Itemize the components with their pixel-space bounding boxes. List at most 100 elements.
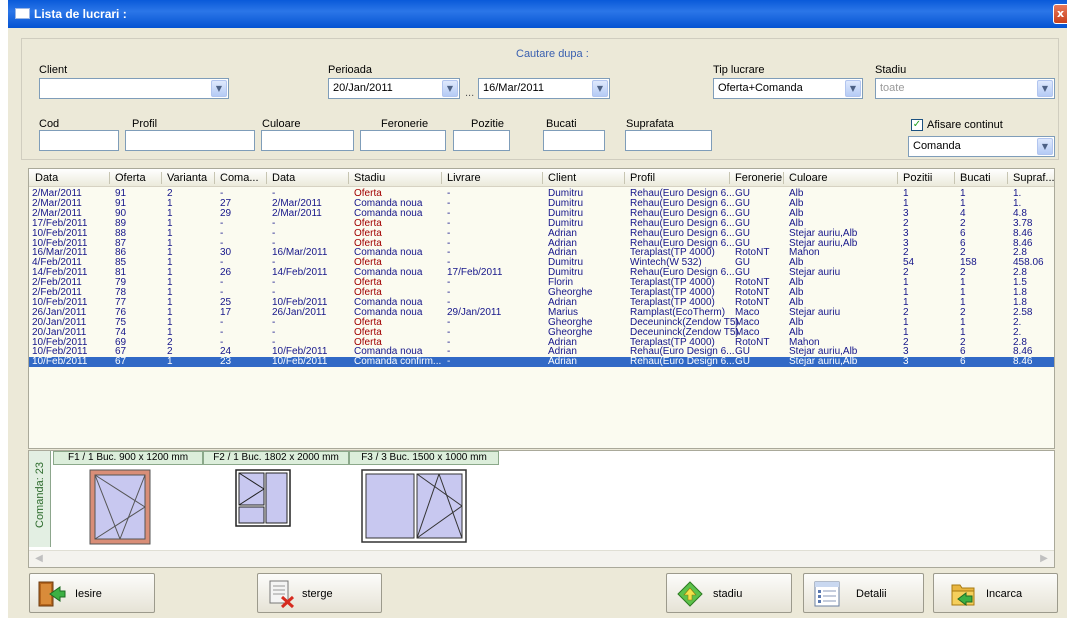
cod-input[interactable]	[39, 130, 119, 151]
column-separator[interactable]	[954, 172, 955, 184]
column-separator[interactable]	[348, 172, 349, 184]
window-f2-drawing[interactable]	[235, 469, 291, 527]
frame-tab-f1[interactable]: F1 / 1 Buc. 900 x 1200 mm	[53, 451, 203, 465]
column-header[interactable]: Pozitii	[903, 172, 932, 184]
dropdown-arrow-icon[interactable]: ▼	[1037, 138, 1053, 155]
column-header[interactable]: Client	[548, 172, 576, 184]
column-separator[interactable]	[161, 172, 162, 184]
client-label: Client	[39, 64, 68, 76]
table-row[interactable]: 16/Mar/2011 86 1 30 16/Mar/2011 Comanda noua -…	[29, 247, 1054, 258]
date-from-picker[interactable]: 20/Jan/2011 ▼	[328, 78, 460, 99]
column-header[interactable]: Data	[272, 172, 295, 184]
column-separator[interactable]	[441, 172, 442, 184]
table-cell: 67	[115, 356, 127, 368]
scroll-left-icon[interactable]: ◀	[32, 553, 46, 566]
column-header[interactable]: Coma...	[220, 172, 259, 184]
table-cell: Rehau(Euro Design 6...	[630, 356, 735, 368]
tip-lucrare-combo[interactable]: Oferta+Comanda ▼	[713, 78, 863, 99]
column-separator[interactable]	[1007, 172, 1008, 184]
sterge-button[interactable]: sterge	[257, 573, 382, 613]
feronerie-label: Feronerie	[381, 118, 429, 130]
incarca-button[interactable]: Incarca	[933, 573, 1058, 613]
feronerie-input[interactable]	[360, 130, 446, 151]
stadiu-value: toate	[880, 82, 905, 94]
table-row[interactable]: 26/Jan/2011 76 1 17 26/Jan/2011 Comanda noua 2…	[29, 306, 1054, 318]
dropdown-arrow-icon[interactable]: ▼	[845, 80, 861, 97]
table-row[interactable]: 2/Mar/2011 90 1 29 2/Mar/2011 Comanda noua - Du…	[29, 208, 1054, 219]
stadiu-button[interactable]: stadiu	[666, 573, 792, 613]
table-row[interactable]: 2/Mar/2011 91 2- - Oferta - Dumitru Rehau(Euro …	[29, 188, 1054, 199]
column-header[interactable]: Livrare	[447, 172, 481, 184]
window-f3-drawing[interactable]	[361, 469, 467, 543]
profil-label: Profil	[132, 118, 158, 130]
works-list[interactable]: Data Oferta Varianta Coma... Data Stadiu Livra…	[28, 168, 1055, 449]
comanda-side-tab[interactable]: Comanda: 23	[29, 451, 51, 547]
frame-tab-f2[interactable]: F2 / 1 Buc. 1802 x 2000 mm	[203, 451, 349, 465]
column-separator[interactable]	[624, 172, 625, 184]
window-f1-drawing[interactable]	[89, 469, 151, 545]
stadiu-button-label: stadiu	[713, 588, 743, 600]
table-cell: -	[447, 356, 451, 368]
frame-tab-f3[interactable]: F3 / 3 Buc. 1500 x 1000 mm	[349, 451, 499, 465]
detalii-button[interactable]: Detalii	[803, 573, 924, 613]
client-combo[interactable]: ▼	[39, 78, 229, 99]
dropdown-arrow-icon[interactable]: ▼	[1037, 80, 1053, 97]
bucati-input[interactable]	[543, 130, 605, 151]
dropdown-arrow-icon[interactable]: ▼	[592, 80, 608, 97]
column-separator[interactable]	[109, 172, 110, 184]
table-row[interactable]: 10/Feb/2011 87 1- - Oferta - Adrian Rehau(Euro …	[29, 238, 1054, 249]
table-row[interactable]: 2/Feb/2011 79 1- - Oferta - Florin Teraplast(TP…	[29, 277, 1054, 288]
column-header[interactable]: Oferta	[115, 172, 146, 184]
table-row[interactable]: 10/Feb/2011 88 1- - Oferta - Adrian Rehau(Euro …	[29, 228, 1054, 239]
column-separator[interactable]	[783, 172, 784, 184]
column-separator[interactable]	[729, 172, 730, 184]
column-header[interactable]: Profil	[630, 172, 655, 184]
table-row[interactable]: 4/Feb/2011 85 1- - Oferta - Dumitru Wintech(W 5…	[29, 257, 1054, 268]
column-header[interactable]: Varianta	[167, 172, 207, 184]
column-separator[interactable]	[266, 172, 267, 184]
table-row[interactable]: 17/Feb/2011 89 1- - Oferta - Dumitru Rehau(Euro…	[29, 218, 1054, 229]
table-row[interactable]: 20/Jan/2011 75 1- - Oferta - Gheorghe Deceuninc…	[29, 317, 1054, 328]
date-to-picker[interactable]: 16/Mar/2011 ▼	[478, 78, 610, 99]
afisare-checkbox[interactable]: ✓	[911, 119, 923, 131]
table-cell: 10/Feb/2011	[32, 356, 88, 368]
stadiu-combo[interactable]: toate ▼	[875, 78, 1055, 99]
column-header[interactable]: Culoare	[789, 172, 828, 184]
tip-lucrare-value: Oferta+Comanda	[718, 82, 803, 94]
table-row[interactable]: 14/Feb/2011 81 1 26 14/Feb/2011 Comanda noua 1…	[29, 267, 1054, 278]
search-panel: Cautare dupa : Client ▼ Perioada 20/Jan/…	[21, 38, 1059, 160]
column-separator[interactable]	[897, 172, 898, 184]
continut-combo[interactable]: Comanda ▼	[908, 136, 1055, 157]
table-row[interactable]: 10/Feb/2011 77 1 25 10/Feb/2011 Comanda noua -…	[29, 297, 1054, 308]
table-row[interactable]: 2/Feb/2011 78 1- - Oferta - Gheorghe Teraplast(…	[29, 287, 1054, 298]
suprafata-input[interactable]	[625, 130, 712, 151]
table-cell: 29/Jan/2011	[447, 306, 502, 318]
profil-input[interactable]	[125, 130, 255, 151]
column-header[interactable]: Feronerie	[735, 172, 782, 184]
table-cell: 3	[903, 356, 909, 368]
column-separator[interactable]	[542, 172, 543, 184]
column-header[interactable]: Stadiu	[354, 172, 385, 184]
table-row[interactable]: 2/Mar/2011 91 1 27 2/Mar/2011 Comanda noua - Du…	[29, 198, 1054, 209]
scroll-right-icon[interactable]: ▶	[1037, 553, 1051, 566]
dropdown-arrow-icon[interactable]: ▼	[211, 80, 227, 97]
dropdown-arrow-icon[interactable]: ▼	[442, 80, 458, 97]
culoare-input[interactable]	[261, 130, 354, 151]
table-row[interactable]: 10/Feb/2011 67 2 24 10/Feb/2011 Comanda noua -…	[29, 346, 1054, 357]
table-row[interactable]: 20/Jan/2011 74 1- - Oferta - Gheorghe Deceuninc…	[29, 327, 1054, 338]
load-folder-icon	[951, 584, 975, 606]
date-from-value: 20/Jan/2011	[333, 82, 393, 94]
column-header[interactable]: Supraf...	[1013, 172, 1054, 184]
cod-label: Cod	[39, 118, 60, 130]
table-row[interactable]: 10/Feb/2011 67 1 23 10/Feb/2011 Comanda confi…	[29, 356, 1054, 368]
column-separator[interactable]	[214, 172, 215, 184]
preview-panel: Comanda: 23 F1 / 1 Buc. 900 x 1200 mm F2…	[28, 450, 1055, 568]
close-icon[interactable]: x	[1053, 4, 1067, 24]
table-row[interactable]: 10/Feb/2011 69 2- - Oferta - Adrian Teraplast(T…	[29, 337, 1054, 348]
search-heading: Cautare dupa :	[516, 48, 589, 60]
column-header[interactable]: Bucati	[960, 172, 991, 184]
preview-hscrollbar[interactable]: ◀ ▶	[29, 550, 1054, 567]
iesire-button[interactable]: Iesire	[29, 573, 155, 613]
pozitie-input[interactable]	[453, 130, 510, 151]
column-header[interactable]: Data	[35, 172, 58, 184]
